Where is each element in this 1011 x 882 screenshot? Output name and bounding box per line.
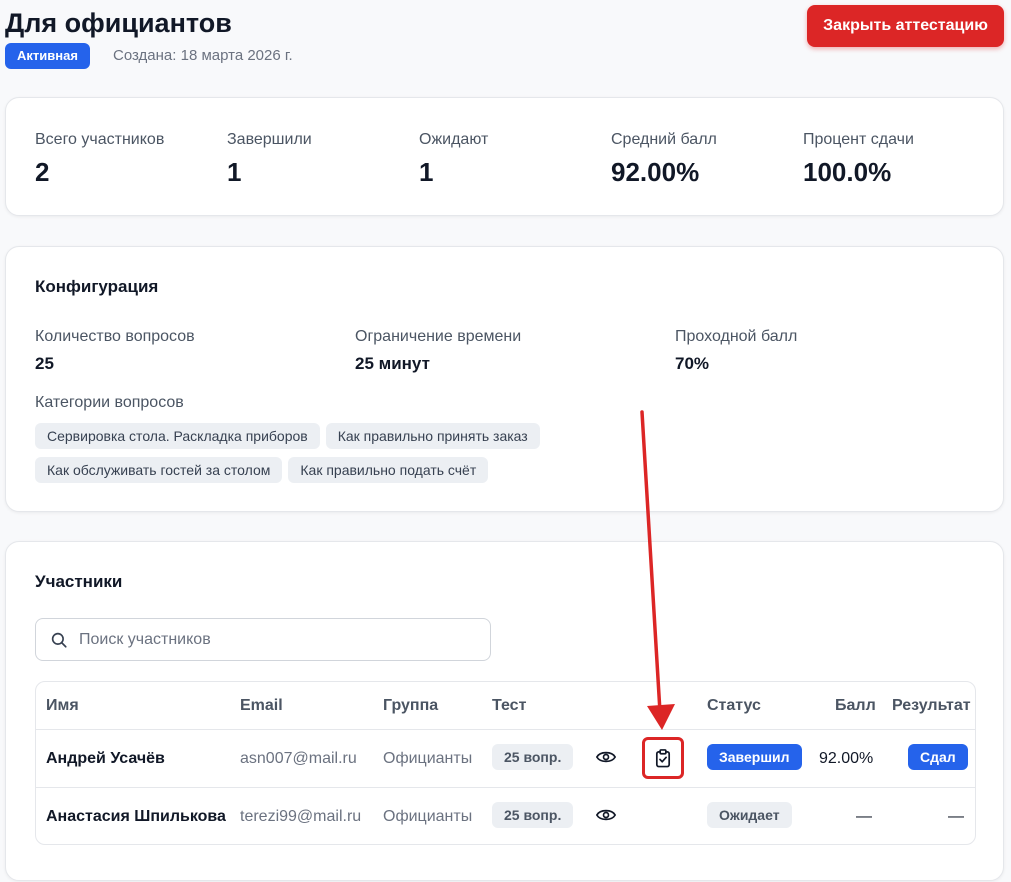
review-result-button[interactable] <box>642 737 684 779</box>
column-header-name[interactable]: Имя <box>46 697 79 715</box>
participant-name: Анастасия Шпилькова <box>46 808 226 825</box>
config-card: Конфигурация Количество вопросов 25 Огра… <box>5 246 1004 512</box>
status-badge-completed: Завершил <box>707 744 802 770</box>
participant-email: terezi99@mail.ru <box>240 808 362 825</box>
categories-list: Сервировка стола. Раскладка приборов Как … <box>35 423 595 491</box>
column-header-email[interactable]: Email <box>240 697 283 715</box>
stat-label: Ожидают <box>419 131 489 148</box>
table-row: Андрей Усачёв asn007@mail.ru Официанты 2… <box>36 730 975 788</box>
stat-label: Завершили <box>227 131 312 148</box>
stat-label: Средний балл <box>611 131 717 148</box>
config-time-limit: Ограничение времени 25 минут <box>355 328 521 374</box>
column-header-score[interactable]: Балл <box>835 697 876 715</box>
stat-average-score: Средний балл 92.00% <box>611 131 717 188</box>
participant-group: Официанты <box>383 750 473 767</box>
category-chip: Как правильно принять заказ <box>325 423 540 449</box>
config-title: Конфигурация <box>35 277 159 296</box>
stat-pending: Ожидают 1 <box>419 131 488 188</box>
search-input[interactable] <box>79 619 479 660</box>
test-badge: 25 вопр. <box>492 744 574 770</box>
config-label: Количество вопросов <box>35 328 195 345</box>
participant-score: 92.00% <box>819 750 874 767</box>
column-header-group[interactable]: Группа <box>383 697 438 715</box>
result-badge-passed: Сдал <box>908 744 968 770</box>
participant-score: — <box>856 808 872 825</box>
stat-value: 2 <box>35 157 50 187</box>
categories-label: Категории вопросов <box>35 394 184 411</box>
eye-icon[interactable] <box>596 749 616 765</box>
stat-value: 92.00% <box>611 157 700 187</box>
participants-table: Имя Email Группа Тест Статус Балл Резуль… <box>35 681 976 845</box>
stat-label: Процент сдачи <box>803 131 914 148</box>
stats-card: Всего участников 2 Завершили 1 Ожидают 1… <box>5 97 1004 216</box>
column-header-status[interactable]: Статус <box>707 697 761 715</box>
stat-value: 1 <box>419 157 434 187</box>
config-label: Ограничение времени <box>355 328 522 345</box>
stat-completed: Завершили 1 <box>227 131 312 188</box>
column-header-test[interactable]: Тест <box>492 697 526 715</box>
eye-icon[interactable] <box>596 807 616 823</box>
category-chip: Сервировка стола. Раскладка приборов <box>35 423 320 449</box>
clipboard-check-icon <box>655 749 671 768</box>
config-label: Проходной балл <box>675 328 798 345</box>
participants-card: Участники Имя Email Группа Тест Статус Б… <box>5 541 1004 881</box>
participant-name: Андрей Усачёв <box>46 750 165 767</box>
participant-email: asn007@mail.ru <box>240 750 357 767</box>
search-icon <box>51 632 67 648</box>
status-badge: Активная <box>5 43 90 69</box>
close-attestation-button[interactable]: Закрыть аттестацию <box>807 5 1004 47</box>
config-value: 25 <box>35 354 54 373</box>
participant-group: Официанты <box>383 808 473 825</box>
stat-total: Всего участников 2 <box>35 131 164 188</box>
status-badge-pending: Ожидает <box>707 802 792 828</box>
stat-value: 1 <box>227 157 242 187</box>
config-questions: Количество вопросов 25 <box>35 328 195 374</box>
config-pass-score: Проходной балл 70% <box>675 328 797 374</box>
table-header: Имя Email Группа Тест Статус Балл Резуль… <box>36 682 975 730</box>
category-chip: Как обслуживать гостей за столом <box>35 457 283 483</box>
stat-label: Всего участников <box>35 131 165 148</box>
stat-pass-rate: Процент сдачи 100.0% <box>803 131 914 188</box>
config-value: 25 минут <box>355 354 430 373</box>
category-chip: Как правильно подать счёт <box>288 457 489 483</box>
stat-value: 100.0% <box>803 157 892 187</box>
table-row: Анастасия Шпилькова terezi99@mail.ru Офи… <box>36 788 975 844</box>
config-value: 70% <box>675 354 710 373</box>
page-title: Для официантов <box>5 8 232 38</box>
participant-result: — <box>948 808 964 825</box>
created-date: Создана: 18 марта 2026 г. <box>113 47 293 64</box>
test-badge: 25 вопр. <box>492 802 574 828</box>
search-box[interactable] <box>35 618 491 661</box>
participants-title: Участники <box>35 572 123 591</box>
column-header-result[interactable]: Результат <box>892 697 971 715</box>
